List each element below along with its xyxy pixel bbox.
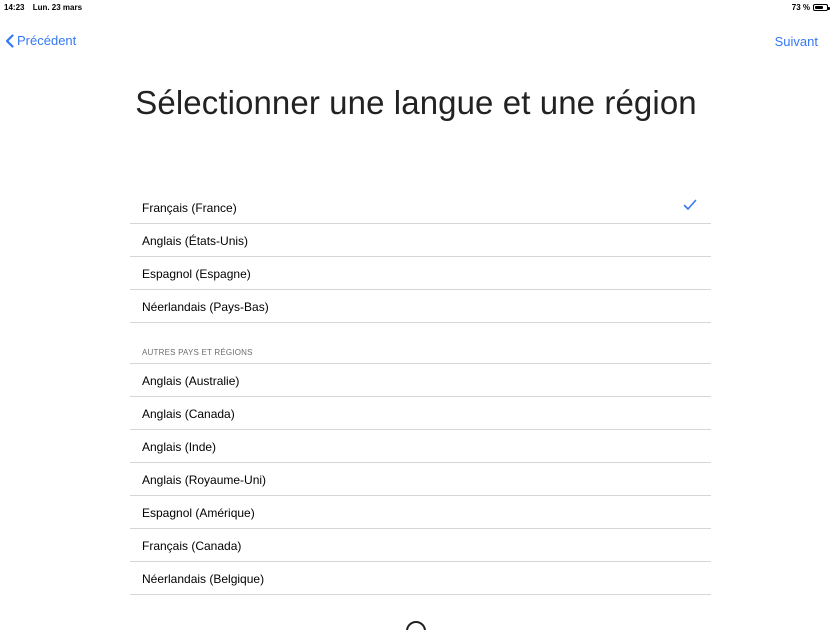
- status-left: 14:23 Lun. 23 mars: [4, 3, 88, 12]
- language-row-fr-fr[interactable]: Français (France): [130, 191, 711, 224]
- status-right: 73 %: [791, 3, 830, 12]
- next-button[interactable]: Suivant: [775, 34, 818, 49]
- language-label: Anglais (Canada): [142, 407, 235, 421]
- section-header: AUTRES PAYS ET RÉGIONS: [130, 340, 711, 364]
- chevron-left-icon: [5, 33, 14, 48]
- status-date: Lun. 23 mars: [32, 3, 83, 12]
- language-label: Français (France): [142, 201, 237, 215]
- language-row-en-ca[interactable]: Anglais (Canada): [130, 397, 711, 430]
- language-label: Anglais (Inde): [142, 440, 217, 454]
- language-row-en-au[interactable]: Anglais (Australie): [130, 364, 711, 397]
- language-label: Français (Canada): [142, 539, 242, 553]
- battery-percentage: 73 %: [791, 3, 810, 12]
- battery-fill: [815, 6, 823, 9]
- language-row-es-es[interactable]: Espagnol (Espagne): [130, 257, 711, 290]
- language-row-en-us[interactable]: Anglais (États-Unis): [130, 224, 711, 257]
- status-time: 14:23: [4, 3, 25, 12]
- language-label: Néerlandais (Belgique): [142, 572, 265, 586]
- primary-language-list: Français (France) Anglais (États-Unis) E…: [130, 191, 711, 323]
- language-label: Anglais (Australie): [142, 374, 240, 388]
- home-button-indicator[interactable]: [406, 621, 426, 630]
- status-bar: 14:23 Lun. 23 mars 73 %: [0, 0, 832, 14]
- language-label: Néerlandais (Pays-Bas): [142, 300, 269, 314]
- page-title: Sélectionner une langue et une région: [135, 84, 697, 121]
- language-row-nl-nl[interactable]: Néerlandais (Pays-Bas): [130, 290, 711, 323]
- battery-tip: [828, 6, 830, 10]
- language-row-fr-ca[interactable]: Français (Canada): [130, 529, 711, 562]
- language-row-es-419[interactable]: Espagnol (Amérique): [130, 496, 711, 529]
- language-label: Espagnol (Amérique): [142, 506, 255, 520]
- section-header-label: AUTRES PAYS ET RÉGIONS: [142, 348, 253, 357]
- back-button-label: Précédent: [17, 33, 77, 48]
- language-row-en-gb[interactable]: Anglais (Royaume-Uni): [130, 463, 711, 496]
- language-label: Anglais (États-Unis): [142, 234, 249, 248]
- battery-icon: [813, 4, 830, 11]
- other-regions-list: AUTRES PAYS ET RÉGIONS Anglais (Australi…: [130, 340, 711, 595]
- language-label: Espagnol (Espagne): [142, 267, 251, 281]
- back-button[interactable]: Précédent: [5, 33, 76, 48]
- checkmark-icon: [683, 199, 697, 210]
- language-region-screen: 14:23 Lun. 23 mars 73 % Précédent Suivan…: [0, 0, 832, 630]
- language-label: Anglais (Royaume-Uni): [142, 473, 267, 487]
- language-row-nl-be[interactable]: Néerlandais (Belgique): [130, 562, 711, 595]
- language-row-en-in[interactable]: Anglais (Inde): [130, 430, 711, 463]
